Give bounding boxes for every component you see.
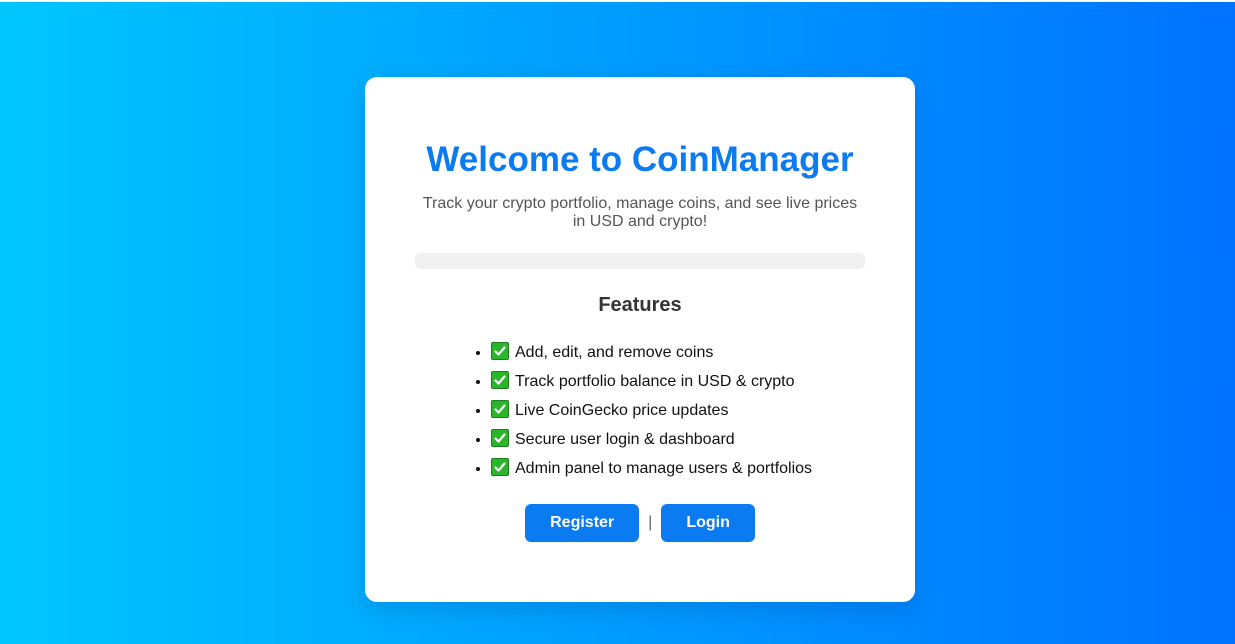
message-bar: [415, 253, 865, 269]
list-item: Admin panel to manage users & portfolios: [491, 454, 865, 483]
check-mark-icon: [491, 458, 509, 476]
check-mark-icon: [491, 342, 509, 360]
page-title: Welcome to CoinManager: [426, 140, 854, 179]
login-button[interactable]: Login: [661, 504, 755, 542]
list-item: Secure user login & dashboard: [491, 425, 865, 454]
feature-label: Admin panel to manage users & portfolios: [515, 460, 813, 477]
feature-label: Track portfolio balance in USD & crypto: [515, 373, 795, 390]
page-subtitle: Track your crypto portfolio, manage coin…: [422, 195, 858, 230]
action-separator: |: [648, 514, 653, 531]
list-item: Live CoinGecko price updates: [491, 396, 865, 425]
feature-label: Secure user login & dashboard: [515, 431, 735, 448]
feature-label: Live CoinGecko price updates: [515, 402, 729, 419]
check-mark-icon: [491, 371, 509, 389]
check-mark-icon: [491, 429, 509, 447]
list-item: Track portfolio balance in USD & crypto: [491, 367, 865, 396]
welcome-card: Welcome to CoinManager Track your crypto…: [365, 77, 915, 602]
features-heading: Features: [598, 294, 682, 316]
auth-actions: Register | Login: [415, 504, 865, 542]
feature-label: Add, edit, and remove coins: [515, 344, 714, 361]
register-button[interactable]: Register: [525, 504, 640, 542]
top-border-line: [0, 0, 1235, 2]
check-mark-icon: [491, 400, 509, 418]
list-item: Add, edit, and remove coins: [491, 338, 865, 367]
feature-list: Add, edit, and remove coins Track portfo…: [415, 338, 865, 483]
